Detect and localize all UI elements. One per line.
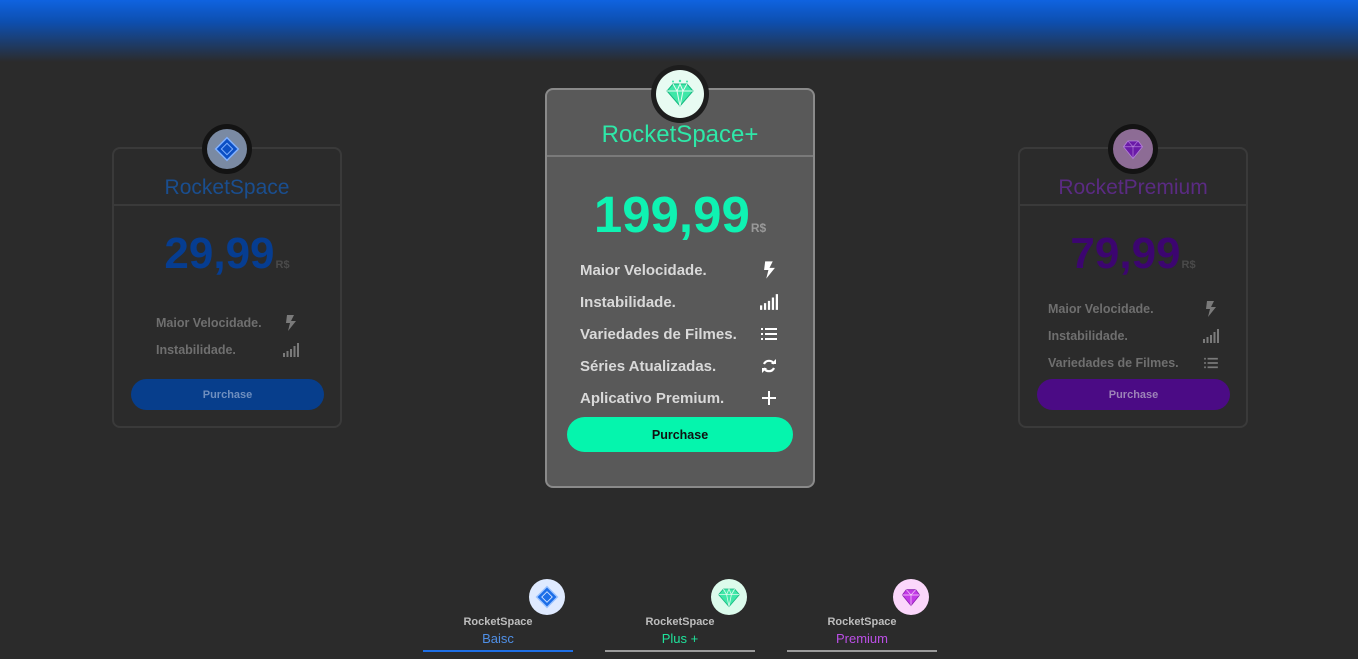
feature-list: Maior Velocidade. Instabilidade.	[156, 309, 300, 363]
plan-price: 199,99R$	[547, 185, 813, 244]
feature-label: Variedades de Filmes.	[580, 325, 737, 343]
plan-price: 29,99R$	[114, 229, 340, 279]
price-value: 29,99	[164, 229, 275, 278]
plan-title: RocketSpace+	[601, 121, 759, 148]
tab-brand-label: RocketSpace	[645, 616, 715, 628]
plan-card-premium: RocketPremium 79,99R$ Maior Velocidade. …	[1018, 124, 1248, 428]
tab-plan-label: Baisc	[482, 631, 514, 646]
feature-item: Variedades de Filmes.	[1048, 349, 1220, 376]
gem-icon	[1122, 140, 1144, 160]
feature-label: Aplicativo Premium.	[580, 389, 725, 407]
purchase-button-premium[interactable]: Purchase	[1037, 379, 1230, 410]
plan-badge-premium	[1108, 124, 1158, 174]
feature-list: Maior Velocidade. Instabilidade. Varieda…	[1048, 295, 1220, 376]
tab-underline	[423, 650, 573, 652]
feature-label: Maior Velocidade.	[580, 261, 707, 279]
feature-list: Maior Velocidade. Instabilidade. Varieda…	[580, 254, 778, 414]
plan-price: 79,99R$	[1020, 229, 1246, 279]
tab-underline	[787, 650, 937, 652]
tab-premium[interactable]: RocketSpace Premium	[787, 578, 937, 653]
diamond-shape-icon	[214, 136, 240, 162]
plan-badge-basic	[202, 124, 252, 174]
feature-label: Séries Atualizadas.	[580, 357, 717, 375]
lightning-icon	[282, 314, 300, 332]
tab-basic[interactable]: RocketSpace Baisc	[423, 578, 573, 653]
tab-plus[interactable]: RocketSpace Plus +	[605, 578, 755, 653]
tab-underline	[605, 650, 755, 652]
list-icon	[760, 325, 778, 343]
purchase-button-plus[interactable]: Purchase	[567, 417, 793, 452]
lightning-icon	[1202, 300, 1220, 318]
feature-item: Instabilidade.	[1048, 322, 1220, 349]
price-value: 79,99	[1070, 229, 1181, 278]
signal-bars-icon	[760, 293, 778, 311]
gem-icon	[711, 579, 747, 615]
currency-label: R$	[750, 221, 767, 235]
divider	[1020, 204, 1246, 206]
feature-label: Variedades de Filmes.	[1048, 355, 1179, 370]
tab-brand-label: RocketSpace	[827, 616, 897, 628]
gem-icon	[666, 79, 694, 107]
feature-item: Séries Atualizadas.	[580, 350, 778, 382]
feature-label: Instabilidade.	[1048, 328, 1128, 343]
feature-label: Instabilidade.	[156, 342, 236, 357]
tab-plan-label: Plus +	[661, 631, 699, 646]
gem-icon	[893, 579, 929, 615]
feature-item: Maior Velocidade.	[580, 254, 778, 286]
signal-bars-icon	[1202, 327, 1220, 345]
currency-label: R$	[275, 259, 290, 271]
diamond-shape-icon	[529, 579, 565, 615]
top-gradient-bar	[0, 0, 1358, 62]
divider	[114, 204, 340, 206]
feature-item: Maior Velocidade.	[156, 309, 300, 336]
plan-tabs: RocketSpace Baisc RocketSpace Plus + Roc…	[423, 578, 937, 654]
tab-brand-label: RocketSpace	[463, 616, 533, 628]
signal-bars-icon	[282, 341, 300, 359]
plus-icon	[760, 389, 778, 407]
plan-badge-plus	[651, 65, 709, 123]
feature-item: Aplicativo Premium.	[580, 382, 778, 414]
price-value: 199,99	[593, 186, 750, 243]
feature-item: Maior Velocidade.	[1048, 295, 1220, 322]
sync-icon	[760, 357, 778, 375]
feature-item: Variedades de Filmes.	[580, 318, 778, 350]
plan-card-plus: RocketSpace+ 199,99R$ Maior Velocidade. …	[545, 65, 815, 488]
tab-plan-label: Premium	[835, 631, 888, 646]
feature-label: Maior Velocidade.	[156, 315, 262, 330]
feature-label: Instabilidade.	[580, 293, 676, 311]
list-icon	[1202, 354, 1220, 372]
lightning-icon	[760, 261, 778, 279]
currency-label: R$	[1181, 259, 1196, 271]
plan-title: RocketPremium	[1058, 176, 1208, 199]
plan-title: RocketSpace	[164, 176, 290, 199]
feature-label: Maior Velocidade.	[1048, 301, 1154, 316]
feature-item: Instabilidade.	[156, 336, 300, 363]
plan-card-basic: RocketSpace 29,99R$ Maior Velocidade. In…	[112, 124, 342, 428]
purchase-button-basic[interactable]: Purchase	[131, 379, 324, 410]
feature-item: Instabilidade.	[580, 286, 778, 318]
divider	[547, 155, 813, 157]
